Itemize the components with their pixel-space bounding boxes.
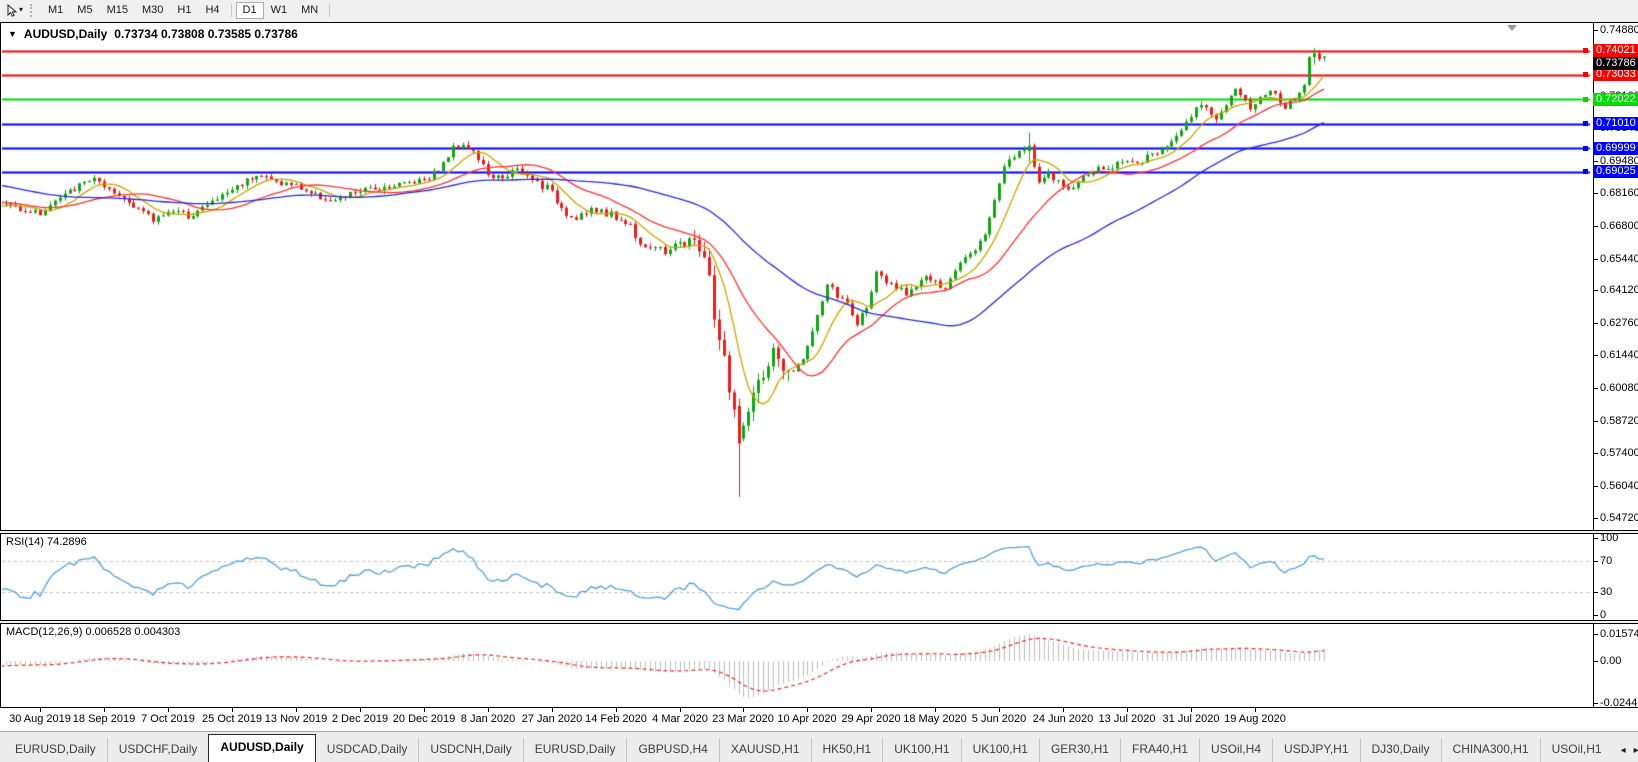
macd-pane[interactable]: MACD(12,26,9) 0.006528 0.004303 <box>0 623 1638 708</box>
date-tick-label: 25 Oct 2019 <box>202 713 262 725</box>
date-axis[interactable]: 30 Aug 201918 Sep 2019 7 Oct 2019 25 Oct 2… <box>0 708 1638 731</box>
date-tick-label: 18 Sep 2019 <box>73 713 135 725</box>
chart-tab-usoil-h4[interactable]: USOil,H4 <box>1199 738 1272 762</box>
date-tick-label: 13 Jul 2020 <box>1099 713 1156 725</box>
chart-shift-marker-icon[interactable] <box>1507 25 1517 31</box>
date-tick-label: 20 Dec 2019 <box>393 713 455 725</box>
date-tick-label: 14 Feb 2020 <box>585 713 647 725</box>
date-tick-mark <box>40 708 41 712</box>
date-tick-mark <box>680 708 681 712</box>
chart-tab-usdcad-daily[interactable]: USDCAD,Daily <box>316 738 419 762</box>
timeframe-button-w1[interactable]: W1 <box>264 2 295 19</box>
macd-axis-line <box>1593 624 1594 707</box>
tab-scroll-arrows: ◂▸ <box>1613 745 1638 762</box>
chart-tab-xauusd-h1[interactable]: XAUUSD,H1 <box>719 738 811 762</box>
tab-scroll-right-icon[interactable]: ▸ <box>1634 745 1638 756</box>
timeframe-button-h4[interactable]: H4 <box>198 2 226 19</box>
chart-title: ▼ AUDUSD,Daily 0.73734 0.73808 0.73585 0… <box>8 27 298 41</box>
timeframe-button-m15[interactable]: M15 <box>100 2 135 19</box>
date-tick-label: 23 Mar 2020 <box>712 713 774 725</box>
chart-tab-bar: EURUSD,DailyUSDCHF,DailyAUDUSD,DailyUSDC… <box>0 731 1638 762</box>
macd-label: MACD(12,26,9) 0.006528 0.004303 <box>6 626 180 638</box>
date-tick-label: 8 Jan 2020 <box>461 713 515 725</box>
chevron-down-icon: ▾ <box>19 6 23 14</box>
tab-scroll-left-icon[interactable]: ◂ <box>1621 745 1626 756</box>
current-price-box: 0.73786 <box>1593 57 1638 70</box>
chart-tab-usdcnh-daily[interactable]: USDCNH,Daily <box>418 738 522 762</box>
hline-price-box[interactable]: 0.69999 <box>1593 142 1638 155</box>
hline-price-box[interactable]: 0.74021 <box>1593 44 1638 57</box>
chart-tab-uk100-h1[interactable]: UK100,H1 <box>882 738 960 762</box>
date-tick-label: 7 Oct 2019 <box>141 713 195 725</box>
chart-menu-icon[interactable]: ▼ <box>8 29 17 39</box>
date-tick-mark <box>999 708 1000 712</box>
timeframe-button-mn[interactable]: MN <box>294 2 325 19</box>
chart-tab-gbpusd-h4[interactable]: GBPUSD,H4 <box>626 738 718 762</box>
date-tick-mark <box>871 708 872 712</box>
timeframe-button-m30[interactable]: M30 <box>135 2 170 19</box>
date-tick-mark <box>360 708 361 712</box>
date-tick-mark <box>296 708 297 712</box>
date-tick-label: 19 Aug 2020 <box>1224 713 1286 725</box>
chart-tab-eurusd-daily[interactable]: EURUSD,Daily <box>4 738 107 762</box>
timeframe-button-m1[interactable]: M1 <box>41 2 70 19</box>
timeframe-buttons: M1M5M15M30H1H4 D1W1MN <box>41 2 325 19</box>
date-tick-label: 13 Nov 2019 <box>265 713 327 725</box>
chart-title-symbol: AUDUSD,Daily <box>24 27 107 41</box>
chart-tab-usdjpy-h1[interactable]: USDJPY,H1 <box>1272 738 1359 762</box>
date-tick-mark <box>104 708 105 712</box>
toolbar-separator <box>329 4 330 17</box>
toolbar: ▾ M1M5M15M30H1H4 D1W1MN <box>0 0 1638 20</box>
toolbar-separator <box>231 4 232 17</box>
date-tick-mark <box>1255 708 1256 712</box>
date-tick-mark <box>232 708 233 712</box>
date-tick-label: 31 Jul 2020 <box>1163 713 1220 725</box>
chart-tab-usdchf-daily[interactable]: USDCHF,Daily <box>107 738 209 762</box>
timeframe-button-h1[interactable]: H1 <box>170 2 198 19</box>
hline-price-box[interactable]: 0.71010 <box>1593 117 1638 130</box>
date-tick-label: 10 Apr 2020 <box>777 713 836 725</box>
date-tick-label: 5 Jun 2020 <box>972 713 1026 725</box>
date-tick-mark <box>168 708 169 712</box>
chart-tab-hk50-h1[interactable]: HK50,H1 <box>811 738 883 762</box>
hline-price-box[interactable]: 0.72022 <box>1593 93 1638 106</box>
date-tick-label: 27 Jan 2020 <box>522 713 583 725</box>
chart-tab-fra40-h1[interactable]: FRA40,H1 <box>1120 738 1199 762</box>
date-tick-mark <box>488 708 489 712</box>
date-tick-label: 29 Apr 2020 <box>841 713 900 725</box>
chart-tab-usoil-h1[interactable]: USOil,H1 <box>1540 738 1613 762</box>
date-tick-mark <box>552 708 553 712</box>
chart-tab-eurusd-daily[interactable]: EURUSD,Daily <box>523 738 627 762</box>
date-tick-mark <box>935 708 936 712</box>
date-tick-label: 30 Aug 2019 <box>9 713 71 725</box>
date-tick-mark <box>1191 708 1192 712</box>
date-tick-label: 18 May 2020 <box>903 713 967 725</box>
main-chart-pane[interactable]: ▼ AUDUSD,Daily 0.73734 0.73808 0.73585 0… <box>0 22 1638 531</box>
chart-tab-audusd-daily[interactable]: AUDUSD,Daily <box>208 734 315 762</box>
date-tick-mark <box>424 708 425 712</box>
timeframe-button-d1[interactable]: D1 <box>236 2 264 19</box>
rsi-label: RSI(14) 74.2896 <box>6 536 87 548</box>
date-tick-mark <box>616 708 617 712</box>
timeframe-button-m5[interactable]: M5 <box>70 2 99 19</box>
chart-tab-ger30-h1[interactable]: GER30,H1 <box>1039 738 1120 762</box>
rsi-axis-line <box>1593 534 1594 620</box>
toolbar-grip[interactable] <box>30 4 35 17</box>
date-tick-mark <box>1127 708 1128 712</box>
mt4-window: { "toolbar": { "cursor_tool": {"icon": "… <box>0 0 1638 762</box>
chart-tab-dj30-daily[interactable]: DJ30,Daily <box>1360 738 1441 762</box>
date-tick-label: 2 Dec 2019 <box>332 713 388 725</box>
date-tick-mark <box>807 708 808 712</box>
chart-title-ohlc: 0.73734 0.73808 0.73585 0.73786 <box>114 27 298 41</box>
date-tick-mark <box>743 708 744 712</box>
chart-tab-uk100-h1[interactable]: UK100,H1 <box>961 738 1039 762</box>
rsi-pane[interactable]: RSI(14) 74.2896 <box>0 533 1638 621</box>
hline-price-box[interactable]: 0.69025 <box>1593 165 1638 178</box>
date-tick-label: 24 Jun 2020 <box>1033 713 1094 725</box>
chart-tab-china300-h1[interactable]: CHINA300,H1 <box>1441 738 1540 762</box>
date-tick-mark <box>1063 708 1064 712</box>
cursor-arrow-icon <box>6 4 18 17</box>
date-tick-label: 4 Mar 2020 <box>652 713 708 725</box>
cursor-tool-button[interactable]: ▾ <box>3 2 26 18</box>
